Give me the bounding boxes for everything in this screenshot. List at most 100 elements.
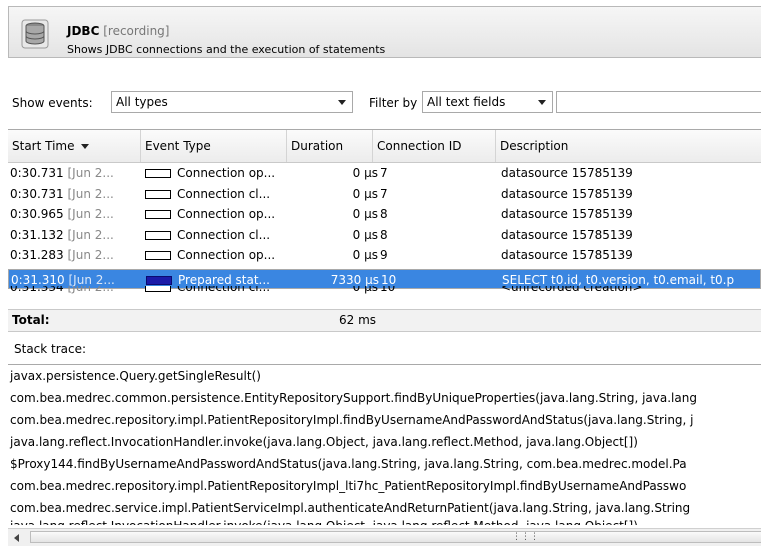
duration: 0 µs	[352, 248, 378, 262]
duration: 0 µs	[352, 227, 378, 242]
description: datasource 15785139	[501, 207, 633, 221]
sort-descending-icon	[80, 144, 89, 149]
duration: 7330 µs	[330, 272, 379, 287]
stack-trace-list: javax.persistence.Query.getSingleResult(…	[8, 364, 761, 529]
connection-event-icon	[145, 251, 171, 260]
duration: 0 µs	[352, 166, 378, 180]
show-events-label: Show events:	[12, 96, 93, 110]
description: SELECT t0.id, t0.version, t0.email, t0.p	[502, 272, 735, 287]
description: <unrecorded creation>	[501, 286, 643, 294]
connection-event-icon	[145, 286, 171, 292]
statement-event-icon	[146, 275, 172, 285]
start-time: 0:30.731	[10, 186, 64, 201]
table-header: Start Time Event Type Duration Connectio…	[8, 130, 761, 163]
start-time: 0:31.132	[10, 227, 64, 242]
event-type-value: All types	[116, 95, 168, 109]
description: datasource 15785139	[501, 248, 633, 262]
filter-field-select[interactable]: All text fields	[422, 91, 553, 113]
event-type: Connection op...	[177, 207, 276, 221]
start-date: [Jun 2...	[68, 272, 115, 287]
stack-frame[interactable]: java.lang.reflect.InvocationHandler.invo…	[8, 431, 761, 453]
start-time: 0:31.310	[11, 272, 65, 287]
total-row: Total: 62 ms	[8, 309, 761, 332]
start-date: [Jun 2...	[67, 207, 114, 221]
table-row[interactable]: 0:30.731 [Jun 2... Connection op... 0 µs…	[8, 163, 761, 184]
view-title-name: JDBC	[67, 24, 100, 38]
start-date: [Jun 2...	[67, 248, 114, 262]
start-time: 0:30.731	[10, 166, 64, 180]
connection-id: 8	[380, 227, 388, 242]
events-table: Start Time Event Type Duration Connectio…	[8, 129, 761, 333]
start-date: [Jun 2...	[67, 186, 114, 201]
event-type: Connection cl...	[177, 286, 271, 294]
grip-icon: ⋮⋮⋮	[512, 532, 539, 542]
start-date: [Jun 2...	[67, 286, 114, 294]
column-connection-id[interactable]: Connection ID	[373, 130, 496, 162]
table-row[interactable]: 0:30.965 [Jun 2... Connection op... 0 µs…	[8, 204, 761, 225]
scroll-left-icon[interactable]	[14, 534, 19, 542]
recording-status: [recording]	[103, 24, 170, 38]
event-type: Connection op...	[177, 166, 276, 180]
table-row[interactable]: 0:30.731 [Jun 2... Connection cl... 0 µs…	[8, 184, 761, 205]
description: datasource 15785139	[501, 186, 633, 201]
column-connection-id-label: Connection ID	[377, 139, 462, 153]
connection-event-icon	[145, 210, 171, 219]
chevron-down-icon	[538, 100, 546, 105]
connection-id: 10	[381, 272, 397, 287]
column-start-time[interactable]: Start Time	[8, 130, 141, 162]
view-title: JDBC [recording]	[67, 24, 169, 38]
connection-id: 7	[380, 186, 388, 201]
filter-text-input[interactable]	[556, 91, 761, 113]
filter-by-label: Filter by	[369, 96, 418, 110]
horizontal-scrollbar[interactable]: ⋮⋮⋮	[8, 528, 761, 546]
total-value: 62 ms	[339, 313, 377, 327]
table-row[interactable]: 0:31.283 [Jun 2... Connection op... 0 µs…	[8, 245, 761, 266]
stack-frame[interactable]: com.bea.medrec.repository.impl.PatientRe…	[8, 475, 761, 497]
scrollbar-thumb[interactable]: ⋮⋮⋮	[30, 531, 761, 543]
table-body: 0:30.731 [Jun 2... Connection op... 0 µs…	[8, 163, 761, 296]
database-icon	[21, 19, 49, 49]
column-description-label: Description	[500, 139, 569, 153]
duration: 0 µs	[352, 207, 378, 221]
start-date: [Jun 2...	[67, 227, 114, 242]
stack-frame[interactable]: javax.persistence.Query.getSingleResult(…	[8, 365, 761, 387]
column-description[interactable]: Description	[496, 130, 761, 162]
table-row[interactable]: 0:31.334 [Jun 2... Connection cl... 0 µs…	[8, 286, 761, 296]
view-subtitle: Shows JDBC connections and the execution…	[67, 43, 386, 56]
stack-frame[interactable]: $Proxy144.findByUsernameAndPasswordAndSt…	[8, 453, 761, 475]
event-type: Connection op...	[177, 248, 276, 262]
column-duration[interactable]: Duration	[287, 130, 373, 162]
event-type: Prepared stat...	[178, 272, 270, 287]
connection-id: 10	[380, 286, 396, 294]
event-type-select[interactable]: All types	[111, 91, 353, 113]
connection-event-icon	[145, 189, 171, 199]
table-row[interactable]: 0:31.132 [Jun 2... Connection cl... 0 µs…	[8, 225, 761, 246]
filter-bar: Show events: All types Filter by All tex…	[8, 88, 761, 118]
duration: 0 µs	[352, 186, 378, 201]
event-type: Connection cl...	[177, 186, 271, 201]
duration: 0 µs	[352, 286, 378, 294]
connection-id: 9	[380, 248, 388, 262]
connection-event-icon	[145, 230, 171, 240]
description: datasource 15785139	[501, 166, 633, 180]
start-time: 0:30.965	[10, 207, 64, 221]
total-label: Total:	[12, 313, 50, 327]
column-event-type[interactable]: Event Type	[141, 130, 287, 162]
stack-trace-label: Stack trace:	[14, 342, 87, 356]
start-date: [Jun 2...	[67, 166, 114, 180]
view-header: JDBC [recording] Shows JDBC connections …	[8, 6, 761, 58]
stack-frame[interactable]: com.bea.medrec.common.persistence.Entity…	[8, 387, 761, 409]
start-time: 0:31.334	[10, 286, 64, 294]
connection-event-icon	[145, 169, 171, 178]
column-start-time-label: Start Time	[12, 139, 75, 153]
connection-id: 8	[380, 207, 388, 221]
filter-field-value: All text fields	[427, 95, 506, 109]
event-type: Connection cl...	[177, 227, 271, 242]
start-time: 0:31.283	[10, 248, 64, 262]
stack-frame[interactable]: com.bea.medrec.repository.impl.PatientRe…	[8, 409, 761, 431]
connection-id: 7	[380, 166, 388, 180]
column-event-type-label: Event Type	[145, 139, 211, 153]
stack-frame[interactable]: com.bea.medrec.service.impl.PatientServi…	[8, 497, 761, 519]
stack-frame[interactable]: java.lang.reflect.InvocationHandler.invo…	[8, 519, 761, 525]
column-duration-label: Duration	[291, 139, 344, 153]
